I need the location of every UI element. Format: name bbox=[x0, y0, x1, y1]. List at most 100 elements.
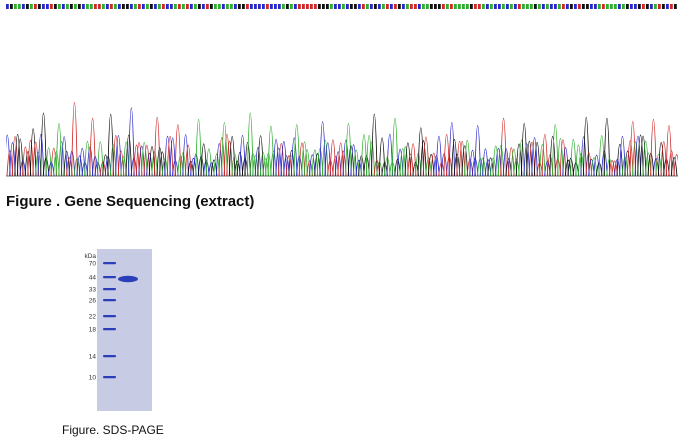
sequence-base-tick bbox=[330, 4, 333, 9]
sequence-base-tick bbox=[510, 4, 513, 9]
sequence-base-tick bbox=[350, 4, 353, 9]
sequence-base-tick bbox=[514, 4, 517, 9]
marker-band-18 bbox=[103, 328, 116, 331]
sequence-base-tick bbox=[38, 4, 41, 9]
sequence-base-tick bbox=[14, 4, 17, 9]
sequence-base-tick bbox=[462, 4, 465, 9]
sequence-base-tick bbox=[426, 4, 429, 9]
sequence-base-tick bbox=[6, 4, 9, 9]
sds-page-gel-image: kDa 70 44 33 26 22 18 14 10 bbox=[82, 249, 152, 411]
sequence-base-tick bbox=[298, 4, 301, 9]
sequence-base-tick bbox=[558, 4, 561, 9]
sequence-base-tick bbox=[438, 4, 441, 9]
marker-band-14 bbox=[103, 355, 116, 358]
sequence-base-tick bbox=[18, 4, 21, 9]
marker-band-44 bbox=[103, 276, 116, 279]
sequencing-figure-title: Figure . Gene Sequencing (extract) bbox=[6, 193, 255, 210]
sequence-base-tick bbox=[158, 4, 161, 9]
sequence-base-tick bbox=[354, 4, 357, 9]
sequence-base-tick bbox=[134, 4, 137, 9]
sequence-base-tick bbox=[634, 4, 637, 9]
sequence-base-tick bbox=[214, 4, 217, 9]
sequence-base-tick bbox=[202, 4, 205, 9]
sequence-base-tick bbox=[630, 4, 633, 9]
sequence-base-tick bbox=[574, 4, 577, 9]
sequence-base-tick bbox=[406, 4, 409, 9]
sequence-base-tick bbox=[310, 4, 313, 9]
marker-band-22 bbox=[103, 315, 116, 318]
sequence-base-tick bbox=[390, 4, 393, 9]
sequence-base-tick bbox=[246, 4, 249, 9]
sequence-base-tick bbox=[270, 4, 273, 9]
sequence-base-tick bbox=[450, 4, 453, 9]
sequence-base-tick bbox=[386, 4, 389, 9]
sequence-base-tick bbox=[58, 4, 61, 9]
sequence-base-tick bbox=[486, 4, 489, 9]
sequence-base-tick bbox=[430, 4, 433, 9]
sequence-base-tick bbox=[526, 4, 529, 9]
trace-peak bbox=[391, 118, 399, 177]
sds-page-caption: Figure. SDS-PAGE bbox=[62, 423, 164, 437]
marker-label-70: 70 bbox=[89, 260, 97, 267]
sequence-base-tick bbox=[478, 4, 481, 9]
sequence-base-tick bbox=[266, 4, 269, 9]
sequence-base-tick bbox=[482, 4, 485, 9]
sequence-base-tick bbox=[570, 4, 573, 9]
sequence-base-tick bbox=[586, 4, 589, 9]
sequence-base-tick bbox=[342, 4, 345, 9]
sequence-base-tick bbox=[458, 4, 461, 9]
sequence-base-tick bbox=[662, 4, 665, 9]
sequence-base-tick bbox=[206, 4, 209, 9]
sequence-base-tick bbox=[618, 4, 621, 9]
sequence-base-tick bbox=[394, 4, 397, 9]
sequence-base-tick bbox=[146, 4, 149, 9]
sequence-base-tick bbox=[658, 4, 661, 9]
marker-label-44: 44 bbox=[89, 274, 97, 281]
sequence-base-tick bbox=[286, 4, 289, 9]
sequence-base-tick bbox=[154, 4, 157, 9]
sequence-base-tick bbox=[382, 4, 385, 9]
marker-label-26: 26 bbox=[89, 297, 97, 304]
sequence-base-tick bbox=[402, 4, 405, 9]
sequence-base-tick bbox=[566, 4, 569, 9]
sequence-base-tick bbox=[610, 4, 613, 9]
sequence-base-tick bbox=[94, 4, 97, 9]
sequence-base-tick bbox=[550, 4, 553, 9]
sequence-base-tick bbox=[230, 4, 233, 9]
marker-label-18: 18 bbox=[89, 326, 97, 333]
sequence-base-tick bbox=[254, 4, 257, 9]
sequence-base-tick bbox=[670, 4, 673, 9]
sequence-base-tick bbox=[374, 4, 377, 9]
sequence-base-tick bbox=[414, 4, 417, 9]
sequence-base-tick bbox=[626, 4, 629, 9]
sequence-base-tick bbox=[654, 4, 657, 9]
sequence-base-tick bbox=[602, 4, 605, 9]
sequence-base-tick bbox=[446, 4, 449, 9]
sequence-base-tick bbox=[674, 4, 677, 9]
sequence-base-tick bbox=[162, 4, 165, 9]
sequence-base-tick bbox=[666, 4, 669, 9]
marker-label-14: 14 bbox=[89, 353, 97, 360]
sequence-base-tick bbox=[210, 4, 213, 9]
sequence-base-tick bbox=[614, 4, 617, 9]
sequence-base-tick bbox=[370, 4, 373, 9]
marker-band-26 bbox=[103, 299, 116, 302]
sequence-base-tick bbox=[46, 4, 49, 9]
sequence-base-tick bbox=[498, 4, 501, 9]
sequence-base-tick bbox=[638, 4, 641, 9]
sequence-base-tick bbox=[306, 4, 309, 9]
sequence-base-tick bbox=[98, 4, 101, 9]
sequence-base-tick bbox=[50, 4, 53, 9]
sequence-base-tick bbox=[542, 4, 545, 9]
sequence-base-tick bbox=[190, 4, 193, 9]
sequence-base-tick bbox=[322, 4, 325, 9]
sequence-base-tick bbox=[334, 4, 337, 9]
sequence-base-tick bbox=[86, 4, 89, 9]
sequence-base-tick bbox=[518, 4, 521, 9]
sequence-base-tick bbox=[490, 4, 493, 9]
kda-unit-label: kDa bbox=[84, 253, 96, 260]
sequence-base-tick bbox=[538, 4, 541, 9]
sequence-base-tick bbox=[646, 4, 649, 9]
sequence-base-tick bbox=[54, 4, 57, 9]
sequence-base-tick bbox=[562, 4, 565, 9]
